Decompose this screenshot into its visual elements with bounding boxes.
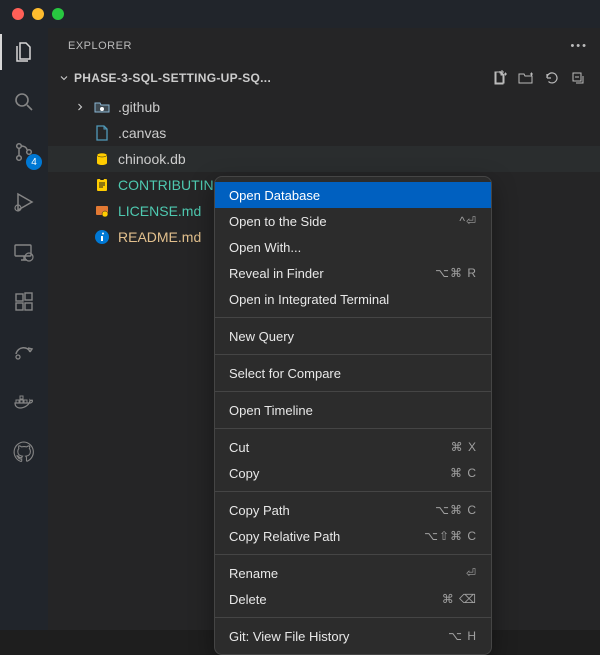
file-icon xyxy=(94,203,110,219)
new-file-icon[interactable] xyxy=(492,70,508,86)
context-menu-label: Select for Compare xyxy=(229,366,341,381)
context-menu-item[interactable]: Select for Compare xyxy=(215,360,491,386)
context-menu-shortcut: ⌘ ⌫ xyxy=(442,592,477,606)
file-icon xyxy=(94,151,110,167)
context-menu-shortcut: ⌥⌘ R xyxy=(435,266,477,280)
context-menu-separator xyxy=(215,617,491,618)
context-menu-shortcut: ⌥⌘ C xyxy=(435,503,477,517)
context-menu-item[interactable]: Open Timeline xyxy=(215,397,491,423)
context-menu-label: Copy Path xyxy=(229,503,290,518)
activity-bar: 4 xyxy=(0,28,48,630)
context-menu-shortcut: ⌘ X xyxy=(451,440,477,454)
context-menu-separator xyxy=(215,354,491,355)
context-menu-item[interactable]: Open With... xyxy=(215,234,491,260)
context-menu-item[interactable]: Delete ⌘ ⌫ xyxy=(215,586,491,612)
context-menu-item[interactable]: Reveal in Finder ⌥⌘ R xyxy=(215,260,491,286)
context-menu[interactable]: Open Database Open to the Side ^⏎ Open With… xyxy=(214,176,492,655)
context-menu-separator xyxy=(215,391,491,392)
context-menu-item[interactable]: Copy Path ⌥⌘ C xyxy=(215,497,491,523)
tree-item-label: LICENSE.md xyxy=(118,203,201,219)
context-menu-shortcut: ^⏎ xyxy=(459,214,477,228)
source-control-icon[interactable]: 4 xyxy=(10,138,38,166)
file-icon xyxy=(94,229,110,245)
context-menu-item[interactable]: Open Database xyxy=(215,182,491,208)
file-icon xyxy=(94,177,110,193)
context-menu-item[interactable]: Copy Relative Path ⌥⇧⌘ C xyxy=(215,523,491,549)
chevron-down-icon[interactable] xyxy=(58,72,70,84)
extensions-icon[interactable] xyxy=(10,288,38,316)
chevron-right-icon xyxy=(74,101,86,113)
context-menu-separator xyxy=(215,317,491,318)
remote-explorer-icon[interactable] xyxy=(10,238,38,266)
tree-file[interactable]: chinook.db xyxy=(48,146,600,172)
context-menu-label: Open Database xyxy=(229,188,320,203)
context-menu-shortcut: ⌥ H xyxy=(448,629,477,643)
collapse-all-icon[interactable] xyxy=(570,70,586,86)
context-menu-label: Open in Integrated Terminal xyxy=(229,292,389,307)
context-menu-item[interactable]: New Query xyxy=(215,323,491,349)
window-titlebar xyxy=(0,0,600,28)
context-menu-shortcut: ⏎ xyxy=(466,566,477,580)
window-zoom-button[interactable] xyxy=(52,8,64,20)
context-menu-separator xyxy=(215,428,491,429)
tree-item-label: README.md xyxy=(118,229,201,245)
context-menu-label: Cut xyxy=(229,440,249,455)
tree-item-label: .canvas xyxy=(118,125,166,141)
context-menu-label: Delete xyxy=(229,592,267,607)
context-menu-item[interactable]: Cut ⌘ X xyxy=(215,434,491,460)
context-menu-separator xyxy=(215,491,491,492)
search-icon[interactable] xyxy=(10,88,38,116)
context-menu-label: Reveal in Finder xyxy=(229,266,324,281)
share-icon[interactable] xyxy=(10,338,38,366)
activity-badge: 4 xyxy=(26,154,42,170)
docker-icon[interactable] xyxy=(10,388,38,416)
context-menu-label: Open to the Side xyxy=(229,214,327,229)
file-icon xyxy=(94,125,110,141)
tree-file[interactable]: .canvas xyxy=(48,120,600,146)
context-menu-item[interactable]: Open to the Side ^⏎ xyxy=(215,208,491,234)
context-menu-label: Copy Relative Path xyxy=(229,529,340,544)
context-menu-label: Git: View File History xyxy=(229,629,349,644)
debug-icon[interactable] xyxy=(10,188,38,216)
context-menu-shortcut: ⌘ C xyxy=(450,466,477,480)
window-minimize-button[interactable] xyxy=(32,8,44,20)
context-menu-label: Copy xyxy=(229,466,259,481)
context-menu-label: New Query xyxy=(229,329,294,344)
folder-icon xyxy=(94,99,110,115)
context-menu-label: Rename xyxy=(229,566,278,581)
tree-item-label: chinook.db xyxy=(118,151,186,167)
context-menu-item[interactable]: Rename ⏎ xyxy=(215,560,491,586)
context-menu-label: Open With... xyxy=(229,240,301,255)
refresh-icon[interactable] xyxy=(544,70,560,86)
context-menu-label: Open Timeline xyxy=(229,403,313,418)
context-menu-separator xyxy=(215,554,491,555)
explorer-title: EXPLORER xyxy=(68,40,132,52)
files-icon[interactable] xyxy=(10,38,38,66)
explorer-more-actions[interactable]: ••• xyxy=(570,40,588,52)
context-menu-item[interactable]: Copy ⌘ C xyxy=(215,460,491,486)
context-menu-item[interactable]: Git: View File History ⌥ H xyxy=(215,623,491,649)
window-close-button[interactable] xyxy=(12,8,24,20)
project-name[interactable]: PHASE-3-SQL-SETTING-UP-SQ... xyxy=(74,71,492,85)
new-folder-icon[interactable] xyxy=(518,70,534,86)
context-menu-item[interactable]: Open in Integrated Terminal xyxy=(215,286,491,312)
tree-folder[interactable]: .github xyxy=(48,94,600,120)
tree-item-label: .github xyxy=(118,99,160,115)
github-icon[interactable] xyxy=(10,438,38,466)
context-menu-shortcut: ⌥⇧⌘ C xyxy=(424,529,477,543)
